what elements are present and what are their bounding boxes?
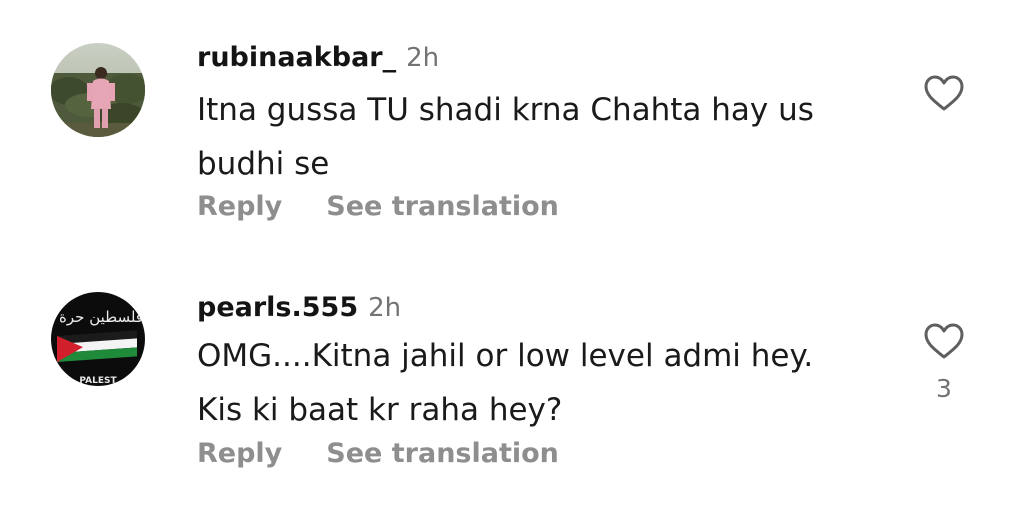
avatar[interactable] [51, 43, 145, 137]
heart-outline-icon [924, 75, 964, 111]
comment-actions: Reply See translation [197, 190, 559, 224]
avatar-photo: فلسطين حرة PALEST [51, 292, 145, 386]
comment-header: rubinaakbar_ 2h [197, 42, 439, 77]
reply-button[interactable]: Reply [197, 438, 282, 469]
heart-outline-icon [924, 323, 964, 359]
avatar[interactable]: فلسطين حرة PALEST [51, 292, 145, 386]
comment-username[interactable]: pearls.555 [197, 292, 358, 323]
comment-timestamp: 2h [406, 43, 440, 73]
comment-item: rubinaakbar_ 2h Itna gussa TU shadi krna … [0, 0, 1024, 240]
comment-text: Itna gussa TU shadi krna Chahta hay us b… [197, 92, 814, 182]
avatar-photo [51, 43, 145, 137]
comment-actions: Reply See translation [197, 437, 559, 471]
see-translation-button[interactable]: See translation [326, 191, 559, 222]
comment-item: فلسطين حرة PALEST pearls.555 2h OMG....Ki… [0, 250, 1024, 490]
like-button[interactable] [922, 321, 966, 361]
comment-text: OMG....Kitna jahil or low level admi hey… [197, 338, 814, 428]
like-button[interactable] [922, 73, 966, 113]
like-count: 3 [936, 374, 952, 403]
reply-button[interactable]: Reply [197, 191, 282, 222]
comment-timestamp: 2h [368, 293, 402, 323]
comment-header: pearls.555 2h [197, 292, 401, 327]
comment-username[interactable]: rubinaakbar_ [197, 42, 396, 73]
avatar-calligraphy: فلسطين حرة [59, 308, 143, 326]
avatar-banner-text: PALEST [79, 376, 117, 386]
see-translation-button[interactable]: See translation [326, 438, 559, 469]
